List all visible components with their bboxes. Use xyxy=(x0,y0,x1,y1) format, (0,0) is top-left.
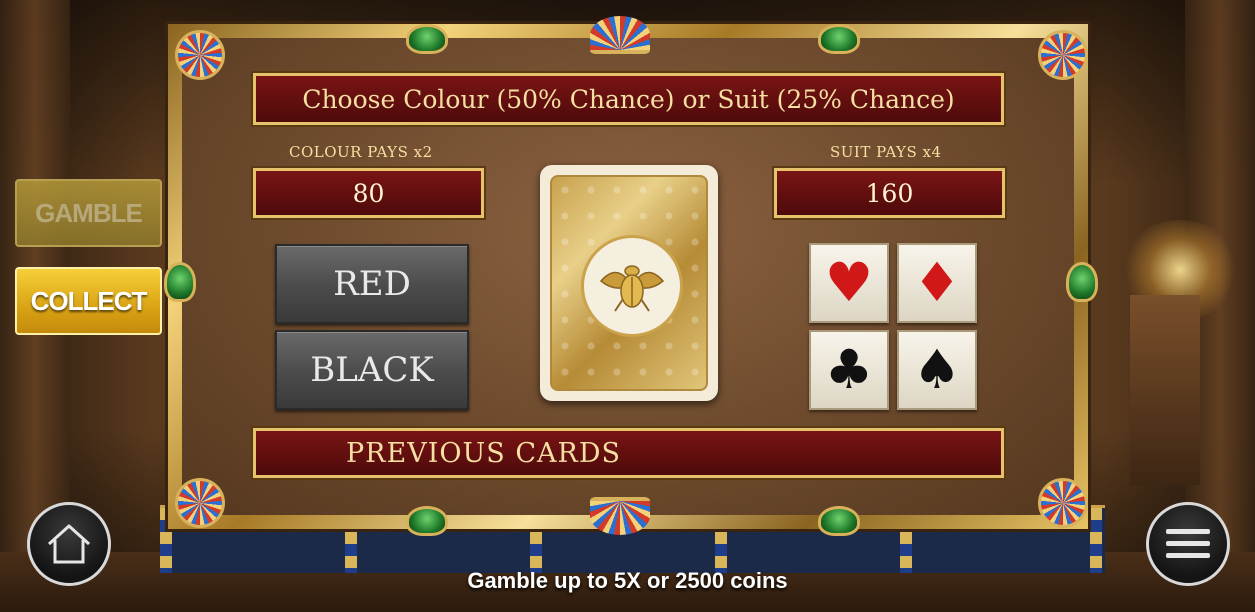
hamburger-menu-icon xyxy=(1166,529,1210,558)
scarab-icon xyxy=(581,235,683,337)
hearts-button[interactable]: ♥ xyxy=(809,243,889,323)
frame-scarab-ornament xyxy=(818,506,860,536)
colour-pays-label: COLOUR PAYS x2 xyxy=(289,143,433,161)
frame-scarab-ornament xyxy=(406,24,448,54)
diamonds-button[interactable]: ♦ xyxy=(897,243,977,323)
home-icon xyxy=(47,524,91,564)
clubs-button[interactable]: ♣ xyxy=(809,330,889,410)
frame-corner-ornament xyxy=(175,478,225,528)
instructions-banner: Choose Colour (50% Chance) or Suit (25% … xyxy=(253,73,1004,125)
heart-icon: ♥ xyxy=(824,251,874,314)
frame-corner-ornament xyxy=(1038,478,1088,528)
previous-cards-bar: PREVIOUS CARDS xyxy=(253,428,1004,478)
suit-pays-label: SUIT PAYS x4 xyxy=(830,143,942,161)
frame-scarab-ornament xyxy=(1066,262,1098,302)
red-button[interactable]: RED xyxy=(275,244,469,324)
diamond-icon: ♦ xyxy=(912,251,962,314)
gamble-limit-message: Gamble up to 5X or 2500 coins xyxy=(467,568,788,593)
frame-fan-bottom-ornament xyxy=(590,497,650,535)
frame-corner-ornament xyxy=(1038,30,1088,80)
frame-fan-top-ornament xyxy=(590,16,650,54)
bg-altar xyxy=(1130,295,1200,485)
suit-win-value: 160 xyxy=(774,168,1005,218)
spades-button[interactable]: ♠ xyxy=(897,330,977,410)
collect-button[interactable]: COLLECT xyxy=(15,267,162,335)
gamble-button[interactable]: GAMBLE xyxy=(15,179,162,247)
spade-icon: ♠ xyxy=(912,338,962,401)
frame-scarab-ornament xyxy=(164,262,196,302)
black-button[interactable]: BLACK xyxy=(275,330,469,410)
club-icon: ♣ xyxy=(824,338,874,401)
face-down-card xyxy=(540,165,718,401)
colour-win-value: 80 xyxy=(253,168,484,218)
frame-scarab-ornament xyxy=(406,506,448,536)
frame-corner-ornament xyxy=(175,30,225,80)
frame-scarab-ornament xyxy=(818,24,860,54)
